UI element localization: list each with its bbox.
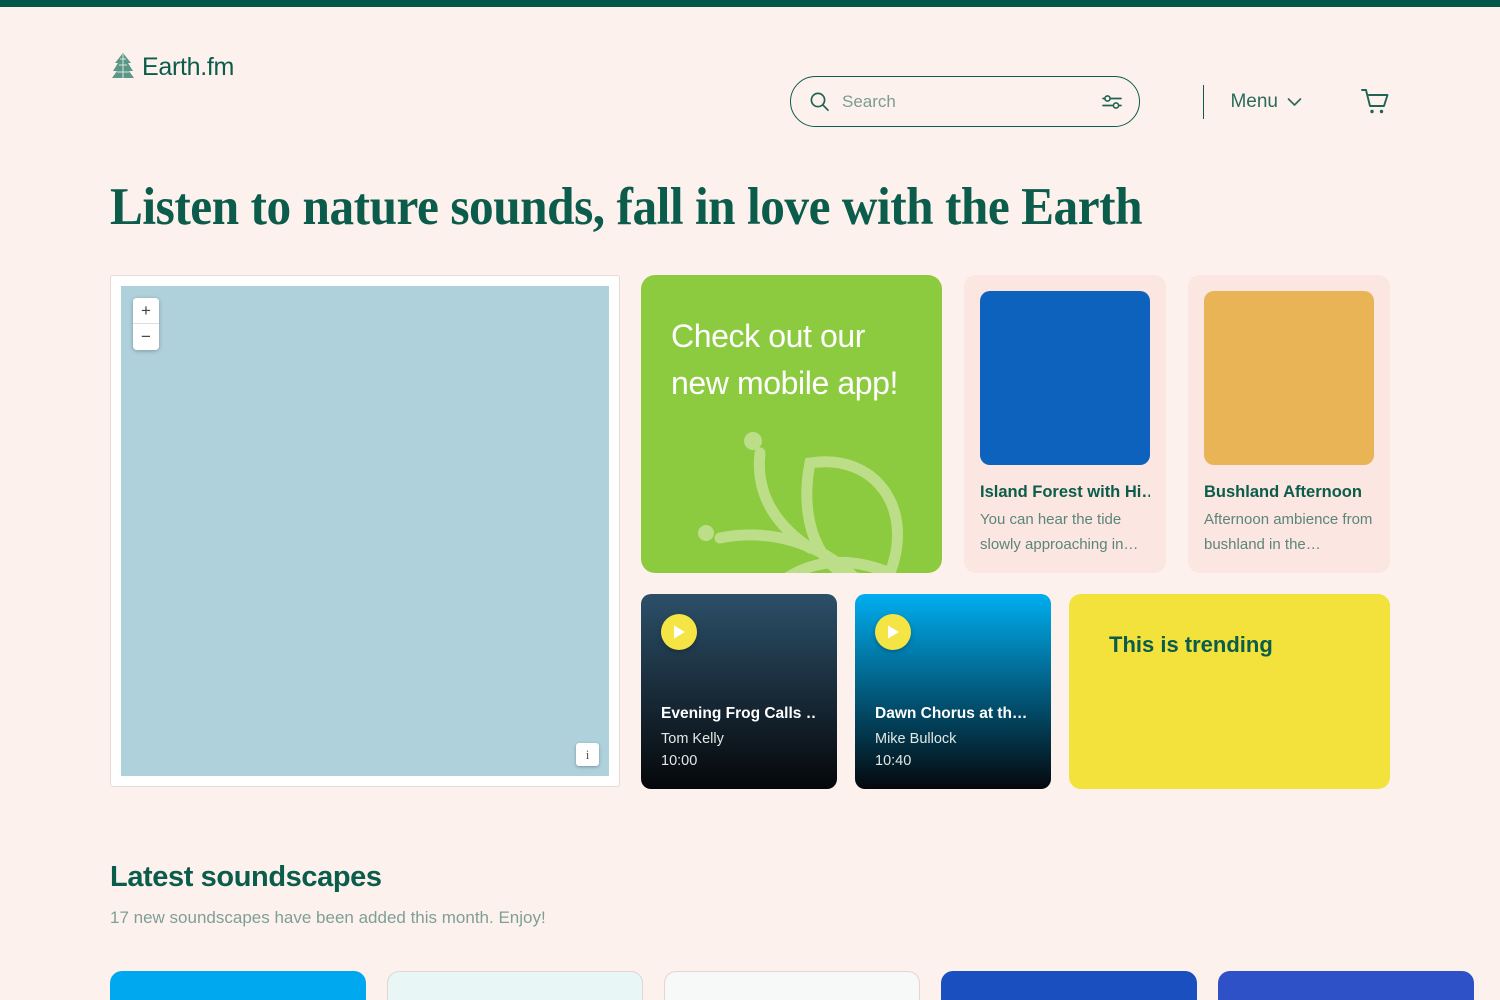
featured-row: Check out our new mobile app! Island For…	[641, 275, 1390, 573]
play-card-author: Mike Bullock	[875, 731, 957, 747]
play-card-duration: 10:00	[661, 753, 698, 769]
map-canvas[interactable]: + − i	[121, 286, 609, 776]
sliders-filter-icon[interactable]	[1101, 92, 1123, 112]
latest-subtext: 17 new soundscapes have been added this …	[110, 908, 546, 927]
hero-section: Listen to nature sounds, fall in love wi…	[0, 177, 1500, 237]
trending-card[interactable]: This is trending	[1069, 594, 1390, 789]
latest-soundscape-card[interactable]	[664, 971, 920, 1000]
search-box[interactable]	[790, 76, 1140, 127]
top-accent-bar	[0, 0, 1500, 7]
soundscape-play-card[interactable]: Evening Frog Calls … Tom Kelly 10:00	[641, 594, 837, 789]
map-zoom-controls: + −	[133, 298, 159, 350]
play-button[interactable]	[661, 614, 697, 650]
pine-tree-icon	[112, 53, 134, 80]
menu-button[interactable]: Menu	[1230, 91, 1302, 113]
latest-heading: Latest soundscapes	[110, 861, 382, 893]
trending-title: This is trending	[1109, 632, 1273, 657]
featured-card-title: Island Forest with Hi…	[980, 483, 1150, 499]
latest-soundscape-card[interactable]	[941, 971, 1197, 1000]
play-card-author: Tom Kelly	[661, 731, 724, 747]
right-column: Check out our new mobile app! Island For…	[641, 275, 1390, 789]
map-zoom-out-button[interactable]: −	[133, 324, 159, 350]
featured-card-description: Afternoon ambience from bushland in the…	[1204, 511, 1373, 553]
menu-label: Menu	[1230, 90, 1278, 112]
site-logo[interactable]: Earth.fm	[110, 52, 234, 82]
search-icon	[810, 92, 829, 112]
logo-text: Earth.fm	[142, 52, 235, 81]
promo-title: Check out our new mobile app!	[671, 318, 899, 402]
site-header: Earth.fm Menu	[0, 7, 1500, 127]
play-icon	[888, 625, 899, 639]
main-grid: + − i Check out our new mobile app! Isla…	[110, 275, 1390, 789]
soundscape-play-card[interactable]: Dawn Chorus at th… Mike Bullock 10:40	[855, 594, 1051, 789]
play-card-meta: Dawn Chorus at th… Mike Bullock 10:40	[875, 705, 1031, 769]
play-button[interactable]	[875, 614, 911, 650]
latest-soundscape-card[interactable]	[1218, 971, 1474, 1000]
featured-card[interactable]: Island Forest with Hi… You can hear the …	[964, 275, 1166, 573]
featured-card-thumbnail	[980, 291, 1150, 465]
latest-soundscape-card[interactable]	[110, 971, 366, 1000]
play-card-meta: Evening Frog Calls … Tom Kelly 10:00	[661, 705, 817, 769]
cart-button[interactable]	[1360, 88, 1390, 116]
mobile-app-promo-card[interactable]: Check out our new mobile app!	[641, 275, 942, 573]
latest-soundscapes-section: Latest soundscapes 17 new soundscapes ha…	[110, 861, 1474, 1000]
shopping-cart-icon	[1361, 88, 1389, 113]
map-panel[interactable]: + − i	[110, 275, 620, 787]
featured-card[interactable]: Bushland Afternoon Afternoon ambience fr…	[1188, 275, 1390, 573]
featured-card-title: Bushland Afternoon	[1204, 483, 1362, 499]
play-icon	[674, 625, 685, 639]
header-actions: Menu	[1202, 76, 1390, 127]
map-info-button[interactable]: i	[576, 743, 599, 766]
play-row: Evening Frog Calls … Tom Kelly 10:00 Daw…	[641, 594, 1390, 789]
header-divider	[1202, 84, 1205, 119]
page-title: Listen to nature sounds, fall in love wi…	[110, 178, 1143, 236]
play-card-duration: 10:40	[875, 753, 912, 769]
latest-card-row	[110, 971, 1474, 1000]
search-container	[790, 76, 1140, 127]
featured-card-description: You can hear the tide slowly approaching…	[980, 511, 1139, 553]
play-card-title: Evening Frog Calls …	[661, 705, 817, 722]
chevron-down-icon	[1287, 97, 1302, 106]
map-zoom-in-button[interactable]: +	[133, 298, 159, 324]
search-input[interactable]	[842, 91, 1089, 112]
play-card-title: Dawn Chorus at th…	[875, 705, 1028, 722]
latest-soundscape-card[interactable]	[387, 971, 643, 1000]
featured-card-thumbnail	[1204, 291, 1374, 465]
